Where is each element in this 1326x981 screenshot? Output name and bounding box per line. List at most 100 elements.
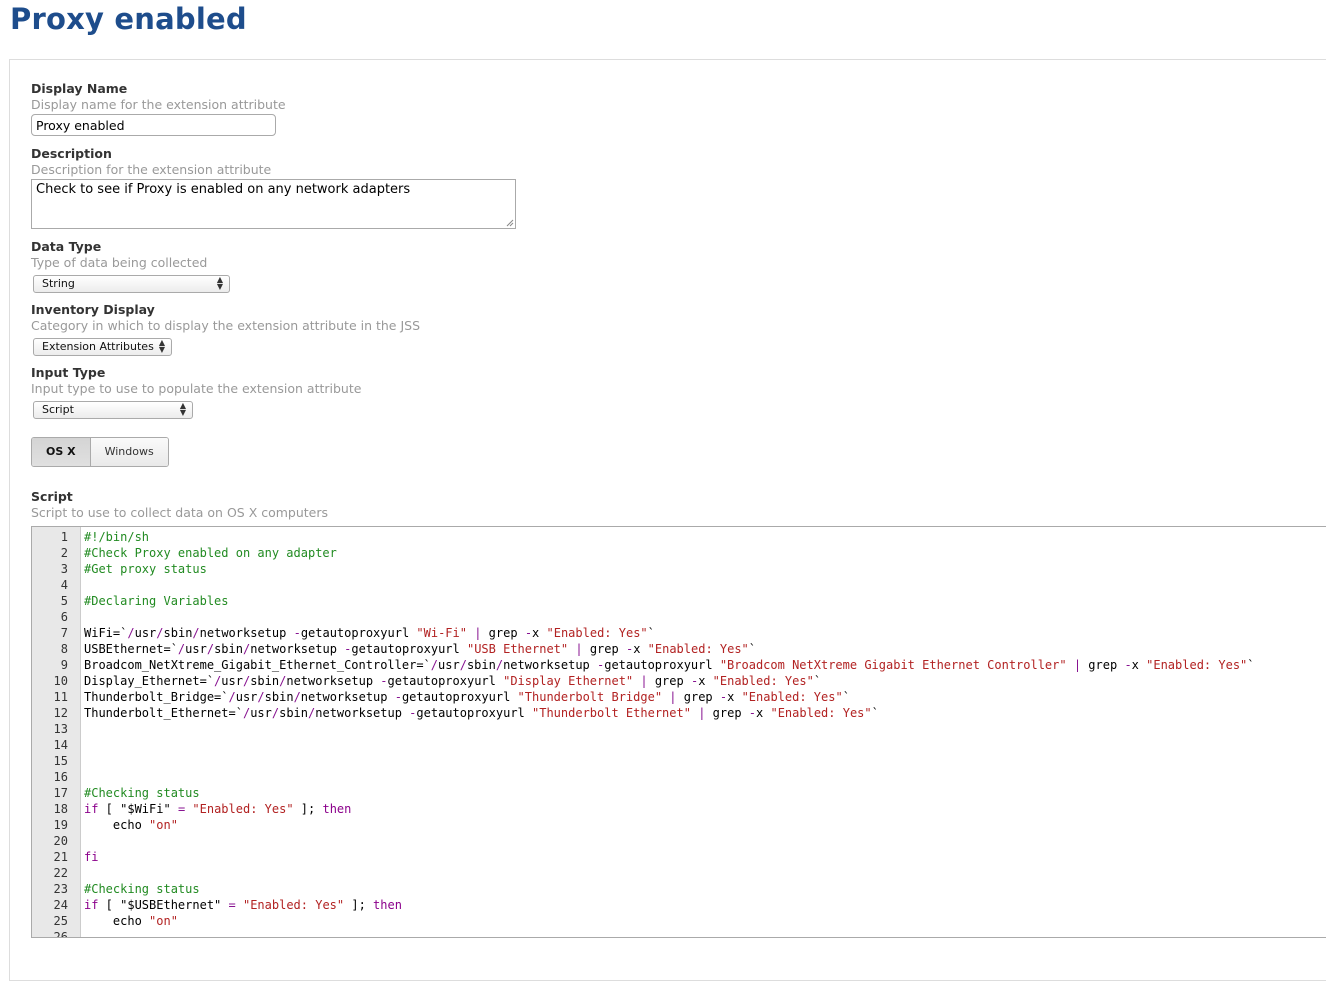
description-textarea[interactable]: Check to see if Proxy is enabled on any … (31, 179, 516, 229)
resize-grip-icon[interactable] (506, 219, 514, 227)
code-line: 21 fi (32, 849, 1326, 865)
code-token: | (669, 690, 677, 704)
code-text: #!/bin/sh (84, 529, 149, 545)
data-type-label: Data Type (31, 239, 102, 254)
code-text: Thunderbolt_Ethernet=`/usr/sbin/networks… (84, 705, 879, 721)
code-token: "Enabled: Yes" (741, 690, 843, 704)
code-line: 5 #Declaring Variables (32, 593, 1326, 609)
tab-windows[interactable]: Windows (89, 438, 168, 466)
line-number: 15 (53, 754, 68, 768)
code-token: "Enabled: Yes" (1146, 658, 1248, 672)
display-name-input[interactable]: Proxy enabled (31, 114, 276, 136)
code-token: Display_Ethernet=` (84, 674, 215, 688)
data-type-field: Data Type Type of data being collected (31, 239, 207, 271)
line-number: 1 (60, 530, 68, 544)
code-token: x (727, 690, 742, 704)
code-line: 19 echo "on" (32, 817, 1326, 833)
script-help: Script to use to collect data on OS X co… (31, 505, 329, 520)
code-token: ` (842, 690, 850, 704)
select-arrows-icon: ▲ ▼ (158, 338, 165, 354)
code-token: [ "$WiFi" (98, 802, 178, 816)
line-number: 8 (60, 642, 68, 656)
code-token: x (532, 626, 547, 640)
code-token: echo (84, 914, 150, 928)
script-label: Script (31, 489, 73, 504)
code-token: sbin (214, 642, 243, 656)
page-title: Proxy enabled (10, 2, 247, 36)
code-token: - (524, 626, 533, 640)
code-token: #Check Proxy enabled on any adapter (84, 546, 337, 560)
code-token: | (575, 642, 583, 656)
code-token: "on" (149, 914, 178, 928)
code-token: "USB Ethernet" (466, 642, 569, 656)
code-lines: 1 #!/bin/sh 2 #Check Proxy enabled on any a… (32, 529, 1326, 937)
code-token: "Thunderbolt Ethernet" (532, 706, 691, 720)
line-number: 18 (53, 802, 68, 816)
code-token: - (293, 626, 301, 640)
code-token: if (84, 802, 99, 816)
script-editor[interactable]: 1 #!/bin/sh 2 #Check Proxy enabled on any a… (31, 526, 1326, 938)
code-token: getautoproxyurl (401, 690, 518, 704)
code-text: #Checking status (84, 785, 200, 801)
code-token: grep (676, 690, 720, 704)
code-token: / (192, 626, 200, 640)
code-line: 14 (32, 737, 1326, 753)
code-token: grep (481, 626, 525, 640)
code-token: usr (438, 658, 460, 672)
code-token: getautoproxyurl (387, 674, 504, 688)
line-number: 2 (60, 546, 68, 560)
code-token: ` (1247, 658, 1255, 672)
line-number: 13 (53, 722, 68, 736)
code-token: / (459, 658, 467, 672)
inventory-display-selected: Extension Attributes (42, 340, 154, 353)
code-token: #Checking status (84, 882, 200, 896)
description-help: Description for the extension attribute (31, 162, 272, 177)
code-token: if (84, 898, 99, 912)
code-line: 4 (32, 577, 1326, 593)
code-line: 9 Broadcom_NetXtreme_Gigabit_Ethernet_Con… (32, 657, 1326, 673)
code-text: fi (84, 849, 98, 865)
code-token: "Wi-Fi" (416, 626, 467, 640)
code-token: grep (705, 706, 749, 720)
code-token: getautoproxyurl (416, 706, 532, 720)
code-line: 23 #Checking status (32, 881, 1326, 897)
data-type-selected: String (42, 277, 75, 290)
display-name-label: Display Name (31, 81, 128, 96)
code-token: then (373, 898, 402, 912)
code-token: "Enabled: Yes" (192, 802, 294, 816)
code-token: usr (134, 626, 157, 640)
code-token: / (228, 690, 236, 704)
code-token: [ "$USBEthernet" (98, 898, 229, 912)
code-token: sbin (466, 658, 496, 672)
input-type-select[interactable]: Script ▲ ▼ (33, 401, 193, 419)
code-token: ]; (344, 898, 374, 912)
line-number: 23 (53, 882, 68, 896)
code-text: Thunderbolt_Bridge=`/usr/sbin/networkset… (84, 689, 850, 705)
line-number: 11 (53, 690, 68, 704)
script-field: Script Script to use to collect data on … (31, 489, 328, 521)
input-type-selected: Script (42, 403, 74, 416)
input-type-label: Input Type (31, 365, 106, 380)
line-number: 17 (53, 786, 68, 800)
display-name-field: Display Name Display name for the extens… (31, 81, 286, 113)
description-field: Description Description for the extensio… (31, 146, 271, 178)
data-type-select[interactable]: String ▲ ▼ (33, 275, 230, 293)
code-token: "Enabled: Yes" (647, 642, 749, 656)
inventory-display-select[interactable]: Extension Attributes ▲ ▼ (33, 338, 172, 356)
select-arrows-icon: ▲ ▼ (216, 275, 223, 291)
code-token: usr (250, 706, 272, 720)
code-token: getautoproxyurl (300, 626, 417, 640)
line-number: 10 (53, 674, 68, 688)
code-token: ` (871, 706, 879, 720)
code-token: sbin (163, 626, 193, 640)
tab-os-x[interactable]: OS X (32, 438, 90, 466)
code-line: 15 (32, 753, 1326, 769)
code-token: "on" (149, 818, 178, 832)
line-number: 7 (60, 626, 68, 640)
code-text: USBEthernet=`/usr/sbin/networksetup -get… (84, 641, 756, 657)
code-token: "Thunderbolt Bridge" (517, 690, 663, 704)
code-token: "Broadcom NetXtreme Gigabit Ethernet Con… (719, 658, 1067, 672)
code-text: Broadcom_NetXtreme_Gigabit_Ethernet_Cont… (84, 657, 1255, 673)
code-token: Thunderbolt_Ethernet=` (84, 706, 243, 720)
